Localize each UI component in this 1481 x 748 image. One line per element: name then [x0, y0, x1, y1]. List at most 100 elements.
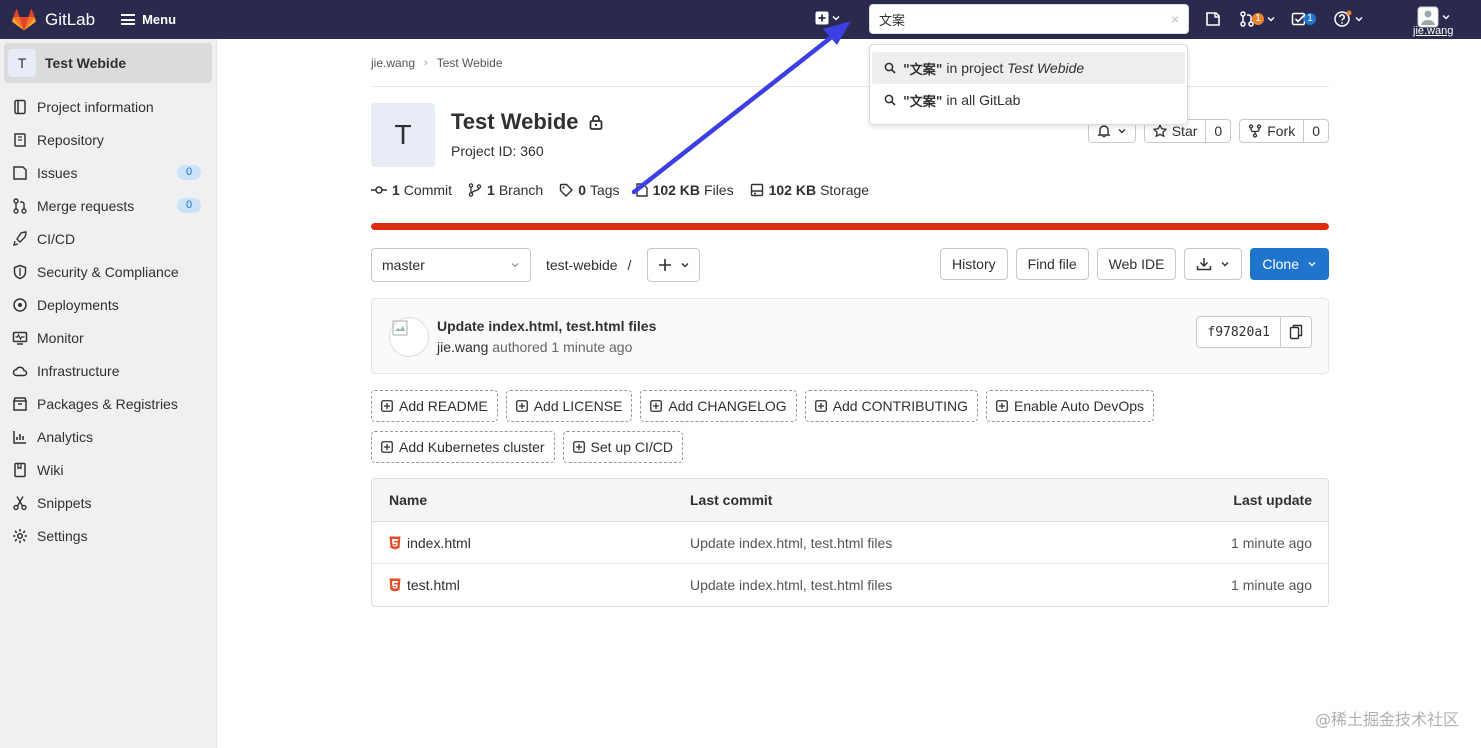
history-button[interactable]: History	[940, 248, 1008, 280]
tags-count: 0	[578, 182, 586, 198]
file-name-link[interactable]: test.html	[407, 577, 460, 593]
files-stat[interactable]: 102 KB Files	[635, 182, 734, 198]
merge-requests-count-badge: 0	[177, 198, 201, 213]
commits-stat[interactable]: 1 Commit	[371, 182, 452, 198]
chevron-down-icon	[1267, 17, 1275, 22]
column-header-last-commit: Last commit	[690, 492, 773, 508]
project-id: Project ID: 360	[451, 143, 544, 159]
chevron-down-icon	[1118, 129, 1126, 134]
commit-sha[interactable]: f97820a1	[1197, 317, 1281, 347]
copy-icon	[1289, 324, 1303, 340]
sidebar-item-analytics[interactable]: Analytics	[0, 420, 216, 453]
menu-label: Menu	[142, 12, 177, 27]
clear-search-icon[interactable]: ×	[1171, 11, 1179, 27]
set-up-cicd-button[interactable]: Set up CI/CD	[562, 431, 684, 463]
storage-icon	[750, 183, 763, 197]
storage-label: Storage	[820, 182, 870, 198]
branch-select[interactable]: master	[371, 248, 531, 282]
column-header-name: Name	[389, 492, 428, 508]
sidebar-item-security[interactable]: Security & Compliance	[0, 255, 216, 288]
search-box[interactable]: ×	[869, 4, 1189, 34]
sidebar-item-label: Wiki	[37, 461, 64, 478]
todos-nav-button[interactable]: 1	[1291, 9, 1316, 29]
help-icon	[1334, 10, 1352, 27]
search-suggestion-all-gitlab[interactable]: "文案" in all GitLab	[872, 84, 1185, 116]
web-ide-button[interactable]: Web IDE	[1096, 248, 1177, 280]
file-last-commit-link[interactable]: Update index.html, test.html files	[690, 535, 1110, 551]
clone-button[interactable]: Clone	[1250, 248, 1329, 280]
branch-name: master	[382, 257, 425, 273]
sidebar-item-issues[interactable]: Issues 0	[0, 156, 216, 189]
plus-icon	[658, 259, 671, 271]
plus-square-icon	[381, 400, 393, 412]
add-kubernetes-cluster-button[interactable]: Add Kubernetes cluster	[371, 431, 555, 463]
sidebar-item-settings[interactable]: Settings	[0, 519, 216, 552]
sidebar-item-deployments[interactable]: Deployments	[0, 288, 216, 321]
broken-image-icon	[392, 320, 408, 336]
sidebar-item-project-information[interactable]: Project information	[0, 90, 216, 123]
breadcrumb-project-link[interactable]: Test Webide	[437, 56, 503, 70]
sidebar-item-cicd[interactable]: CI/CD	[0, 222, 216, 255]
add-to-tree-button[interactable]	[647, 248, 700, 282]
fork-count[interactable]: 0	[1312, 123, 1320, 139]
sidebar-item-monitor[interactable]: Monitor	[0, 321, 216, 354]
plus-square-icon	[572, 441, 585, 453]
star-count[interactable]: 0	[1214, 123, 1222, 139]
sidebar-item-label: Deployments	[37, 296, 119, 313]
file-name-link[interactable]: index.html	[407, 535, 471, 551]
sidebar-item-label: Monitor	[37, 329, 84, 346]
issues-nav-button[interactable]	[1205, 9, 1221, 29]
commit-sha-group: f97820a1	[1196, 316, 1312, 348]
sidebar-item-merge-requests[interactable]: Merge requests 0	[0, 189, 216, 222]
user-menu-button[interactable]: jie.wang	[1413, 6, 1453, 37]
search-suggestion-in-project[interactable]: "文案" in project Test Webide	[872, 52, 1185, 84]
storage-stat[interactable]: 102 KB Storage	[750, 182, 870, 198]
table-row[interactable]: index.html Update index.html, test.html …	[372, 522, 1328, 564]
watermark: @稀土掘金技术社区	[1314, 710, 1459, 729]
sidebar-item-repository[interactable]: Repository	[0, 123, 216, 156]
download-button[interactable]	[1184, 248, 1243, 280]
merge-request-icon	[13, 197, 27, 214]
bell-icon	[1097, 125, 1111, 138]
copy-sha-button[interactable]	[1281, 317, 1311, 347]
new-dropdown-button[interactable]	[815, 11, 840, 25]
file-last-commit-link[interactable]: Update index.html, test.html files	[690, 577, 1110, 593]
find-file-button[interactable]: Find file	[1015, 248, 1089, 280]
commit-title[interactable]: Update index.html, test.html files	[437, 318, 656, 334]
sidebar-item-wiki[interactable]: Wiki	[0, 453, 216, 486]
repo-path-root[interactable]: test-webide	[546, 257, 618, 273]
search-input[interactable]	[879, 11, 1171, 27]
branches-stat[interactable]: 1 Branch	[468, 182, 543, 198]
star-label: Star	[1171, 123, 1198, 139]
sidebar-item-packages[interactable]: Packages & Registries	[0, 387, 216, 420]
menu-button[interactable]: Menu	[121, 12, 176, 27]
sidebar-item-infrastructure[interactable]: Infrastructure	[0, 354, 216, 387]
help-nav-button[interactable]	[1334, 9, 1363, 29]
quick-action-label: Enable Auto DevOps	[1014, 398, 1145, 414]
sidebar-item-label: Merge requests	[37, 197, 135, 214]
chevron-down-icon	[511, 263, 519, 268]
brand-link[interactable]: GitLab	[12, 8, 95, 31]
book-icon	[14, 132, 26, 147]
enable-auto-devops-button[interactable]: Enable Auto DevOps	[986, 390, 1155, 422]
file-last-update: 1 minute ago	[1231, 577, 1312, 593]
fork-button[interactable]: Fork 0	[1239, 119, 1329, 143]
add-changelog-button[interactable]: Add CHANGELOG	[640, 390, 797, 422]
add-license-button[interactable]: Add LICENSE	[505, 390, 633, 422]
table-row[interactable]: test.html Update index.html, test.html f…	[372, 564, 1328, 606]
search-suggestion-prefix: in all GitLab	[942, 92, 1021, 108]
breadcrumb-owner-link[interactable]: jie.wang	[371, 56, 415, 70]
sidebar-item-label: Security & Compliance	[37, 263, 179, 280]
wiki-icon	[14, 462, 26, 477]
sidebar-project-header[interactable]: T Test Webide	[4, 43, 212, 83]
chevron-down-icon	[832, 16, 840, 21]
commit-author-avatar[interactable]	[389, 317, 429, 357]
add-readme-button[interactable]: Add README	[371, 390, 498, 422]
add-contributing-button[interactable]: Add CONTRIBUTING	[804, 390, 979, 422]
cloud-icon	[12, 366, 28, 376]
sidebar-item-snippets[interactable]: Snippets	[0, 486, 216, 519]
merge-requests-nav-button[interactable]: 1	[1239, 9, 1275, 29]
tags-stat[interactable]: 0 Tags	[559, 182, 620, 198]
commit-author-link[interactable]: jie.wang	[437, 339, 488, 355]
sidebar-nav-list: Project information Repository Issues 0 …	[0, 90, 216, 552]
